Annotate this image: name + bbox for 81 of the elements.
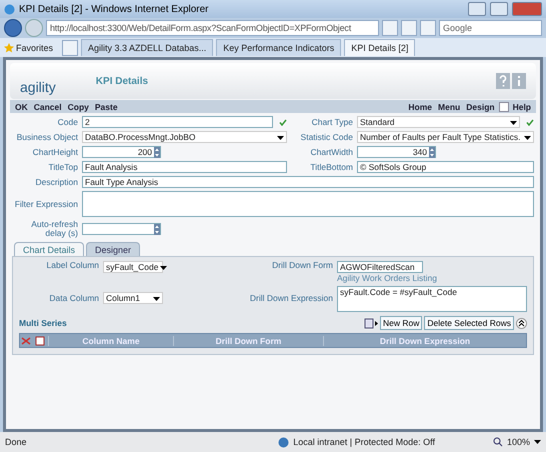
column-header: Drill Down Expression xyxy=(323,336,526,346)
star-icon xyxy=(4,42,14,52)
dropdown[interactable]: DataBO.ProcessMngt.JobBO xyxy=(82,131,287,143)
dropdown[interactable]: Column1 xyxy=(103,292,163,304)
page-title: KPI Details xyxy=(96,76,148,86)
dropdown-caret-icon[interactable] xyxy=(160,266,168,270)
form-caption: Agility Work Orders Listing xyxy=(337,273,438,283)
dropdown-caret-icon[interactable] xyxy=(277,136,284,140)
dropdown[interactable]: Standard xyxy=(357,116,520,128)
dropdown-caret-icon[interactable] xyxy=(534,440,541,444)
browser-tab[interactable]: KPI Details [2] xyxy=(344,39,416,56)
help-icon[interactable] xyxy=(496,73,510,89)
number-field[interactable]: 200 xyxy=(82,146,161,158)
browser-tab[interactable]: Key Performance Indicators xyxy=(216,39,342,56)
text-field[interactable]: 2 xyxy=(82,116,273,128)
dropdown-caret-icon[interactable] xyxy=(153,297,160,301)
tab[interactable]: Chart Details xyxy=(14,242,84,256)
search-field[interactable]: Google xyxy=(439,20,542,36)
field-label: Data Column xyxy=(48,294,99,303)
section-title: Multi Series xyxy=(19,318,67,328)
browser-tab[interactable]: Agility 3.3 AZDELL Databas... xyxy=(81,39,214,56)
number-field[interactable]: 340 xyxy=(357,146,436,158)
grid-button[interactable]: New Row xyxy=(380,316,422,330)
field-label: TitleBottom xyxy=(309,162,353,172)
spinner-icon[interactable] xyxy=(154,146,160,158)
column-header: Drill Down Form xyxy=(173,336,323,346)
zoom-level[interactable]: 100% xyxy=(506,437,530,447)
text-area[interactable] xyxy=(82,191,534,217)
window-title: KPI Details [2] - Windows Internet Explorer xyxy=(19,4,209,14)
minimize-button[interactable] xyxy=(468,2,486,16)
field-label: Drill Down Expression xyxy=(248,294,333,303)
checkmark-icon xyxy=(526,118,534,126)
zoom-icon[interactable] xyxy=(492,437,503,447)
agility-logo: agility xyxy=(20,78,56,95)
spinner-icon[interactable] xyxy=(429,146,435,158)
field-label: Statistic Code xyxy=(300,132,353,142)
export-icon[interactable] xyxy=(364,318,378,328)
security-zone: Local intranet | Protected Mode: Off xyxy=(293,437,435,447)
field-label: ChartWidth xyxy=(309,148,353,156)
favorites-button[interactable]: Favorites xyxy=(4,42,59,52)
field-label: Description xyxy=(34,178,78,186)
text-field[interactable]: © SoftSols Group xyxy=(357,161,534,173)
status-text: Done xyxy=(5,437,27,447)
info-icon[interactable] xyxy=(512,73,526,89)
field-label: Auto-refresh delay (s) xyxy=(30,220,78,238)
text-field[interactable]: Fault Analysis xyxy=(82,161,287,173)
field-label: ChartHeight xyxy=(32,148,78,156)
field-label: Filter Expression xyxy=(14,200,78,208)
field-label: TitleTop xyxy=(48,162,78,172)
field-label: Business Object xyxy=(16,132,78,142)
spinner-icon[interactable] xyxy=(154,224,160,234)
edit-icon[interactable] xyxy=(34,336,46,346)
text-field[interactable]: Fault Type Analysis xyxy=(82,176,534,188)
toolbar-button[interactable]: Cancel xyxy=(32,100,64,113)
back-button[interactable] xyxy=(4,19,22,37)
design-button[interactable]: Design xyxy=(464,100,497,113)
tab[interactable]: Designer xyxy=(86,242,140,256)
address-bar[interactable]: http://localhost:3300/Web/DetailForm.aspx?ScanFormObjectID=XPFormObject xyxy=(46,20,379,36)
toolbar-button[interactable]: Paste xyxy=(92,100,120,113)
collapse-icon[interactable] xyxy=(516,318,527,328)
maximize-button[interactable] xyxy=(490,2,508,16)
checkmark-icon xyxy=(279,118,287,126)
design-checkbox[interactable] xyxy=(498,102,509,112)
help-button[interactable]: Help xyxy=(510,100,533,113)
number-field[interactable] xyxy=(82,223,161,235)
menu-button[interactable]: Menu xyxy=(436,100,462,113)
dropdown-caret-icon[interactable] xyxy=(510,121,517,125)
grid-button[interactable]: Delete Selected Rows xyxy=(424,316,514,330)
field-label: Label Column xyxy=(46,261,99,270)
column-header: Column Name xyxy=(48,336,173,346)
field-label: Code xyxy=(56,118,78,126)
text-area[interactable]: syFault.Code = #syFault_Code xyxy=(337,286,527,312)
globe-icon xyxy=(278,436,290,448)
toolbar-button[interactable]: Copy xyxy=(66,100,91,113)
field-label: Chart Type xyxy=(310,118,353,126)
dropdown[interactable]: Number of Faults per Fault Type Statistics. xyxy=(357,131,534,143)
dropdown-caret-icon[interactable] xyxy=(524,136,531,140)
toolbar-button[interactable]: OK xyxy=(13,100,30,113)
text-field[interactable]: AGWOFilteredScan xyxy=(337,261,423,273)
field-label: Drill Down Form xyxy=(271,261,333,270)
home-button[interactable]: Home xyxy=(406,100,434,113)
